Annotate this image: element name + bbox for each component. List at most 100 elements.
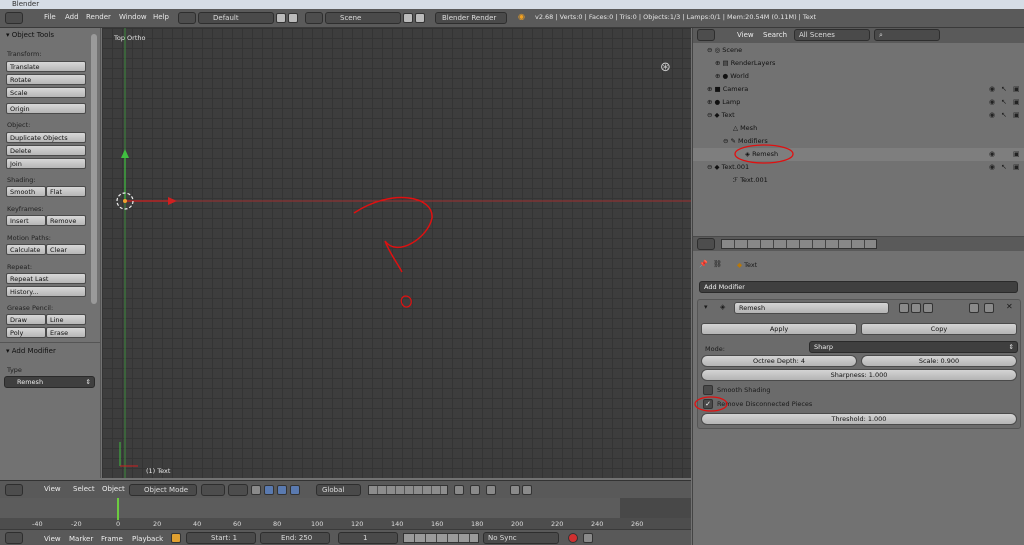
move-down-icon[interactable]	[984, 303, 994, 313]
menu-marker[interactable]: Marker	[69, 535, 93, 543]
object-tools-header[interactable]: ▾ Object Tools	[3, 31, 54, 39]
screen-layout-icon[interactable]	[178, 12, 196, 24]
add-modifier-header[interactable]: ▾ Add Modifier	[3, 347, 56, 355]
move-up-icon[interactable]	[969, 303, 979, 313]
erase-button[interactable]: Erase	[46, 327, 86, 338]
menu-playback[interactable]: Playback	[132, 535, 163, 543]
outliner-row-text[interactable]: ⊖ ◆ Text	[693, 109, 1024, 122]
outliner-row-mesh[interactable]: △ Mesh	[693, 122, 1024, 135]
outliner-row-text001-data[interactable]: ℱ Text.001	[693, 174, 1024, 187]
end-frame-field[interactable]: End: 250	[260, 532, 330, 544]
timeline[interactable]: -40 -20 0 20 40 60 80 100 120 140 160 18…	[0, 498, 691, 529]
calculate-button[interactable]: Calculate	[6, 244, 46, 255]
outliner-row-camera[interactable]: ⊕ ■ Camera	[693, 83, 1024, 96]
close-scene-icon[interactable]	[415, 13, 425, 23]
threshold-field[interactable]: Threshold: 1.000	[701, 413, 1017, 425]
preview-range-icon[interactable]	[171, 533, 181, 543]
menu-help[interactable]: Help	[153, 13, 169, 21]
sync-select[interactable]: No Sync	[483, 532, 559, 544]
visibility-icons[interactable]: ◉ ↖ ▣ ◉ ↖ ▣ ◉ ↖ ▣ ◉ ▣ ◉ ↖ ▣	[987, 85, 1023, 195]
mode-select[interactable]: Object Mode	[129, 484, 197, 496]
editmode-toggle-icon[interactable]	[923, 303, 933, 313]
scene-field[interactable]: Scene	[325, 12, 401, 24]
editor-type-button[interactable]	[697, 29, 715, 41]
rotate-manipulator-icon[interactable]	[277, 485, 287, 495]
start-frame-field[interactable]: Start: 1	[186, 532, 256, 544]
sharpness-field[interactable]: Sharpness: 1.000	[701, 369, 1017, 381]
render-anim-icon[interactable]	[522, 485, 532, 495]
outliner-row-world[interactable]: ⊕ ● World	[693, 70, 1024, 83]
delete-button[interactable]: Delete	[6, 145, 86, 156]
menu-add[interactable]: Add	[65, 13, 79, 21]
history-button[interactable]: History...	[6, 286, 86, 297]
scale-button[interactable]: Scale	[6, 87, 86, 98]
join-button[interactable]: Join	[6, 158, 86, 169]
add-scene-icon[interactable]	[403, 13, 413, 23]
smooth-button[interactable]: Smooth	[6, 186, 46, 197]
viewport-toggle-icon[interactable]	[911, 303, 921, 313]
pin-icon[interactable]: 📌	[699, 260, 708, 268]
modifier-name-field[interactable]: Remesh	[734, 302, 889, 314]
menu-select[interactable]: Select	[73, 485, 95, 493]
manipulator-toggle-icon[interactable]	[251, 485, 261, 495]
flat-button[interactable]: Flat	[46, 186, 86, 197]
apply-button[interactable]: Apply	[701, 323, 857, 335]
line-button[interactable]: Line	[46, 314, 86, 325]
menu-object[interactable]: Object	[102, 485, 125, 493]
editor-type-button[interactable]	[5, 12, 23, 24]
menu-view[interactable]: View	[44, 535, 61, 543]
properties-context-tabs[interactable]	[721, 239, 877, 249]
menu-render[interactable]: Render	[86, 13, 111, 21]
mode-select[interactable]: Sharp ⇕	[809, 341, 1018, 353]
render-preview-icon[interactable]	[510, 485, 520, 495]
add-modifier-button[interactable]: Add Modifier	[699, 281, 1018, 293]
scene-icon[interactable]	[305, 12, 323, 24]
translate-button[interactable]: Translate	[6, 61, 86, 72]
menu-frame[interactable]: Frame	[101, 535, 123, 543]
render-engine-select[interactable]: Blender Render	[435, 12, 507, 24]
rotate-button[interactable]: Rotate	[6, 74, 86, 85]
copy-button[interactable]: Copy	[861, 323, 1017, 335]
proportional-edit-icon[interactable]	[470, 485, 480, 495]
clear-button[interactable]: Clear	[46, 244, 86, 255]
insert-keyframe-button[interactable]: Insert	[6, 215, 46, 226]
collapse-arrow-icon[interactable]: ▾	[704, 303, 708, 311]
orientation-select[interactable]: Global	[316, 484, 361, 496]
shading-select-icon[interactable]	[201, 484, 225, 496]
display-mode-select[interactable]: All Scenes	[794, 29, 870, 41]
current-frame-marker[interactable]	[117, 498, 119, 520]
translate-manipulator-icon[interactable]	[264, 485, 274, 495]
scale-manipulator-icon[interactable]	[290, 485, 300, 495]
3d-viewport[interactable]: Top Ortho ⊛ (1) Text	[102, 28, 691, 478]
outliner-row-scene[interactable]: ⊖ ◎ Scene	[693, 44, 1024, 57]
remove-keyframe-button[interactable]: Remove	[46, 215, 86, 226]
menu-file[interactable]: File	[44, 13, 56, 21]
menu-view[interactable]: View	[737, 31, 754, 39]
render-toggle-icon[interactable]	[899, 303, 909, 313]
playback-controls[interactable]	[403, 533, 479, 543]
editor-type-button[interactable]	[697, 238, 715, 250]
keying-set-icon[interactable]	[583, 533, 593, 543]
scale-field[interactable]: Scale: 0.900	[861, 355, 1017, 367]
snap-icon[interactable]	[486, 485, 496, 495]
screen-field[interactable]: Default	[198, 12, 274, 24]
close-screen-icon[interactable]	[288, 13, 298, 23]
menu-search[interactable]: Search	[763, 31, 787, 39]
type-select[interactable]: Remesh ⇕	[4, 376, 95, 388]
editor-type-button[interactable]	[5, 484, 23, 496]
tool-shelf-scrollbar[interactable]	[91, 34, 97, 304]
layer-buttons[interactable]	[368, 485, 448, 495]
poly-button[interactable]: Poly	[6, 327, 46, 338]
outliner-row-lamp[interactable]: ⊕ ● Lamp	[693, 96, 1024, 109]
repeat-last-button[interactable]: Repeat Last	[6, 273, 86, 284]
lock-layers-icon[interactable]	[454, 485, 464, 495]
draw-button[interactable]: Draw	[6, 314, 46, 325]
editor-type-button[interactable]	[5, 532, 23, 544]
outliner-row-renderlayers[interactable]: ⊕ ▤ RenderLayers	[693, 57, 1024, 70]
origin-button[interactable]: Origin	[6, 103, 86, 114]
menu-window[interactable]: Window	[119, 13, 147, 21]
octree-depth-field[interactable]: Octree Depth: 4	[701, 355, 857, 367]
add-screen-icon[interactable]	[276, 13, 286, 23]
menu-view[interactable]: View	[44, 485, 61, 493]
record-icon[interactable]	[568, 533, 578, 543]
